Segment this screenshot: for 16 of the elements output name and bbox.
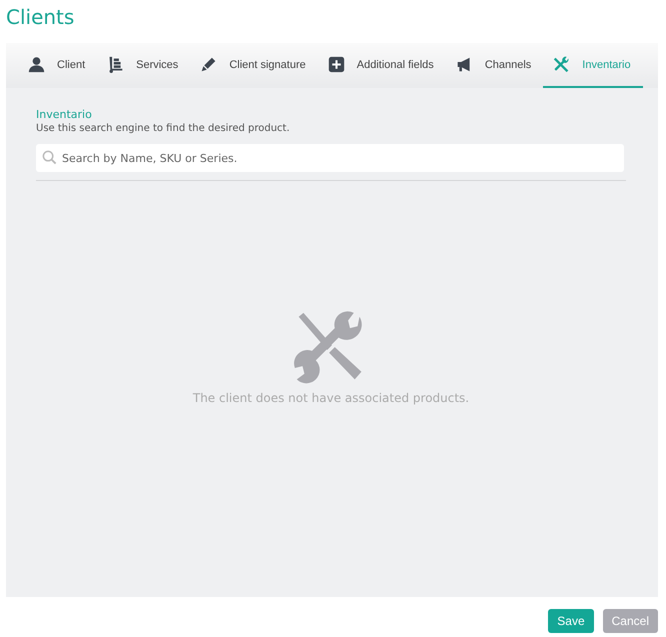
tab[interactable]: Services	[97, 43, 190, 88]
section-description: Use this search engine to find the desired product.	[36, 123, 291, 134]
empty-message: The client does not have associated products.	[192, 391, 470, 405]
tab[interactable]: Additional fields	[318, 43, 446, 88]
section-title: Inventario	[36, 108, 93, 121]
tab[interactable]: Client	[18, 43, 98, 88]
plus-icon	[328, 56, 345, 73]
tab[interactable]: Client signature	[190, 43, 318, 88]
tools-icon	[553, 56, 570, 73]
search-icon	[42, 150, 57, 165]
pen-icon	[200, 56, 218, 73]
search-field[interactable]: Search by Name, SKU or Series.	[36, 144, 624, 172]
hand-truck-icon	[107, 56, 124, 73]
page-title: Clients	[6, 4, 76, 31]
tab[interactable]: Channels	[446, 43, 544, 88]
person-icon	[28, 56, 45, 73]
